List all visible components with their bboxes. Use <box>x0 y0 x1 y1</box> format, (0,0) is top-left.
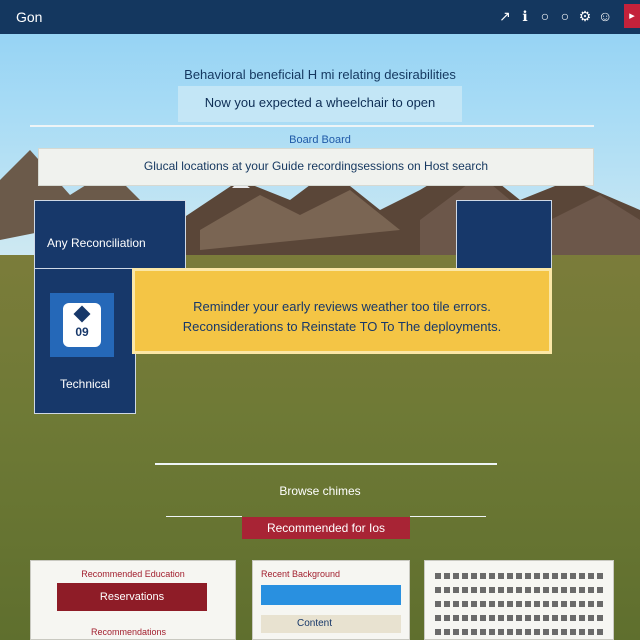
browse-label: Browse chimes <box>279 484 361 498</box>
card-footer-label: Content <box>297 618 333 629</box>
badge-card: 09 <box>63 303 101 347</box>
info-bar[interactable]: Glucal locations at your Guide recording… <box>38 148 594 186</box>
panel-technical[interactable]: 09 Technical <box>34 268 136 414</box>
divider <box>410 516 486 517</box>
text-line <box>435 587 605 593</box>
hero-subline: Now you expected a wheelchair to open <box>204 95 436 110</box>
card-background[interactable]: Recent Background Content <box>252 560 410 640</box>
circle-icon[interactable]: ○ <box>558 7 572 25</box>
card-title: Recommended Education <box>81 569 185 579</box>
text-line <box>435 601 605 607</box>
divider <box>155 463 497 465</box>
hero-headline: Behavioral beneficial H mi relating desi… <box>184 67 456 82</box>
top-icon-group: ↗ ℹ ○ ○ ⚙ ☺ <box>498 7 612 25</box>
card-progress-bar <box>261 585 401 605</box>
panel-blank[interactable] <box>456 200 552 270</box>
text-line <box>435 629 605 635</box>
divider <box>30 125 594 127</box>
card-text-list[interactable] <box>424 560 614 640</box>
badge-number: 09 <box>75 325 89 339</box>
top-bar: Gon ↗ ℹ ○ ○ ⚙ ☺ ▸ <box>0 0 640 34</box>
card-education[interactable]: Recommended Education Reservations Recom… <box>30 560 236 640</box>
panel-reconciliation[interactable]: Any Reconciliation <box>34 200 186 270</box>
text-line <box>435 615 605 621</box>
info-text: Glucal locations at your Guide recording… <box>143 159 489 173</box>
card-footer: Recommendations <box>91 627 167 637</box>
panel-reconciliation-label: Any Reconciliation <box>47 236 146 250</box>
card-footer: Content <box>261 615 401 633</box>
recommended-button[interactable]: Recommended for Ios <box>242 517 410 539</box>
reminder-notice[interactable]: Reminder your early reviews weather too … <box>132 268 552 354</box>
text-line <box>435 573 605 579</box>
notice-line-2: Reconsiderations to Reinstate TO To The … <box>182 319 502 334</box>
info-icon[interactable]: ℹ <box>518 7 532 25</box>
notice-line-1: Reminder your early reviews weather too … <box>193 299 491 314</box>
circle-icon[interactable]: ○ <box>538 7 552 25</box>
card-title: Recent Background <box>261 569 341 579</box>
hero-subline-box: Now you expected a wheelchair to open <box>178 86 462 122</box>
divider <box>166 516 242 517</box>
cursor-icon[interactable]: ↗ <box>498 7 512 25</box>
panel-technical-label: Technical <box>59 377 111 391</box>
notification-badge[interactable]: ▸ <box>624 4 640 28</box>
reservations-button[interactable]: Reservations <box>57 583 207 611</box>
gear-icon[interactable]: ⚙ <box>578 7 592 25</box>
app-title: Gon <box>16 9 43 25</box>
badge-icon: 09 <box>50 293 114 357</box>
person-icon[interactable]: ☺ <box>598 7 612 25</box>
section-label: Board Board <box>289 134 351 146</box>
diamond-icon <box>73 305 91 323</box>
